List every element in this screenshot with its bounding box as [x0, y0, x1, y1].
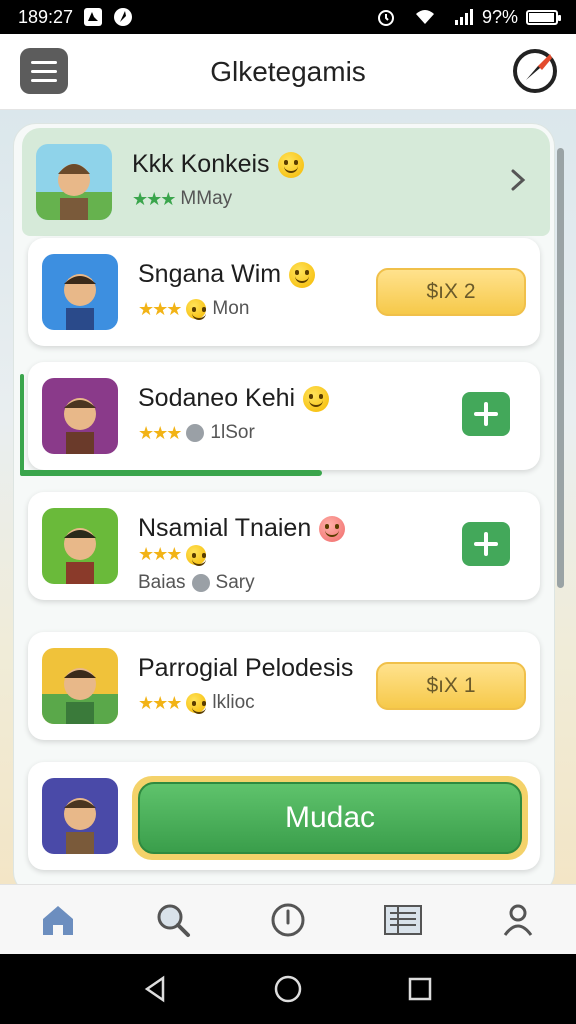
avatar — [42, 254, 118, 330]
subtitle-text: lklioc — [212, 692, 255, 713]
list-item-rating: ★★★ — [138, 544, 207, 566]
chevron-right-icon[interactable] — [510, 168, 526, 192]
app-bar: Glketegamis — [0, 34, 576, 110]
system-nav — [0, 954, 576, 1024]
smile-emoji-icon — [289, 262, 316, 289]
notification-icon — [83, 7, 103, 27]
home-icon — [42, 905, 73, 935]
home-circle-icon[interactable] — [273, 974, 303, 1004]
list-item[interactable]: Sodaneo Kehi ★★★ 1lSor — [28, 362, 540, 470]
list-item[interactable]: Nsamial Tnaien ★★★ Baias Sary — [28, 492, 540, 600]
nav-list[interactable] — [378, 895, 428, 945]
avatar — [42, 378, 118, 454]
rating-stars-icon: ★★★ — [138, 298, 182, 319]
subtitle-text: 1lSor — [210, 422, 255, 443]
list-item-title: Parrogial Pelodesis — [138, 654, 353, 683]
smile-emoji-icon — [319, 516, 346, 543]
search-icon — [157, 904, 190, 937]
subtitle-right: Sary — [215, 572, 255, 593]
title-text: Kkk Konkeis — [132, 150, 270, 178]
add-button[interactable] — [462, 522, 510, 566]
primary-button-label: Mudac — [138, 782, 522, 854]
list-item-subtitle: Baias Sary — [138, 572, 255, 594]
compass-button[interactable] — [512, 48, 558, 94]
app-notification-icon — [113, 7, 133, 27]
menu-button[interactable] — [20, 48, 68, 94]
list-item[interactable]: Sngana Wim ★★★ Mon $ıX 2 — [28, 238, 540, 346]
title-text: Parrogial Pelodesis — [138, 654, 354, 682]
rating-stars-icon: ★★★ — [138, 422, 182, 443]
list-item-subtitle: ★★★ lklioc — [138, 692, 255, 714]
menu-icon-line — [31, 69, 57, 73]
progress-bar — [20, 470, 322, 476]
rating-stars-icon: ★★★ — [132, 188, 176, 209]
badge-icon — [186, 299, 207, 320]
list-item-title: Sngana Wim — [138, 260, 316, 289]
smile-emoji-icon — [277, 152, 304, 179]
nav-search[interactable] — [148, 895, 198, 945]
badge-icon — [186, 424, 205, 442]
list-item-subtitle: ★★★ MMay — [132, 188, 232, 210]
signal-icon — [454, 8, 474, 26]
rating-stars-icon: ★★★ — [138, 692, 182, 713]
title-text: Sodaneo Kehi — [138, 384, 296, 412]
subtitle-text: Mon — [212, 298, 250, 319]
battery-icon — [526, 9, 561, 25]
smile-emoji-icon — [303, 386, 330, 413]
page-title: Glketegamis — [210, 55, 366, 87]
battery-text: 9?% — [481, 6, 518, 27]
subtitle-text: MMay — [180, 188, 233, 209]
progress-indicator-side — [20, 374, 24, 476]
list-item[interactable]: Parrogial Pelodesis ★★★ lklioc $ıX 1 — [28, 632, 540, 740]
menu-icon — [31, 60, 57, 64]
badge-icon — [186, 693, 207, 714]
subtitle-left: Baias — [138, 572, 186, 593]
status-time: 189:27 — [18, 6, 74, 27]
action-button[interactable]: $ıX 2 — [376, 268, 526, 316]
nav-info[interactable] — [263, 895, 313, 945]
list-item-title: Kkk Konkeis — [132, 150, 304, 179]
add-button[interactable] — [462, 392, 510, 436]
badge-icon — [191, 574, 210, 592]
list-item[interactable]: Kkk Konkeis ★★★ MMay — [22, 128, 550, 236]
back-icon[interactable] — [141, 974, 171, 1004]
status-bar: 189:27 9?% — [0, 0, 576, 34]
bottom-nav — [0, 884, 576, 954]
avatar — [42, 648, 118, 724]
avatar — [42, 508, 118, 584]
list-item[interactable]: Mudac — [28, 762, 540, 870]
action-button[interactable]: $ıX 1 — [376, 662, 526, 710]
nav-profile[interactable] — [493, 895, 543, 945]
rating-stars-icon: ★★★ — [138, 544, 182, 564]
avatar — [42, 778, 118, 854]
list-item-title: Nsamial Tnaien — [138, 514, 346, 543]
avatar — [36, 144, 112, 220]
scrollbar[interactable] — [557, 148, 564, 588]
compass-icon — [513, 49, 557, 93]
recents-icon[interactable] — [405, 974, 435, 1004]
list-item-title: Sodaneo Kehi — [138, 384, 330, 413]
wifi-icon — [414, 8, 436, 26]
list-item-subtitle: ★★★ Mon — [138, 298, 249, 320]
list-icon — [384, 904, 423, 935]
list-item-subtitle: ★★★ 1lSor — [138, 422, 255, 444]
badge-icon — [186, 544, 207, 566]
profile-icon — [504, 904, 533, 936]
title-text: Sngana Wim — [138, 260, 282, 288]
title-text: Nsamial Tnaien — [138, 514, 312, 542]
main-content: Kkk Konkeis ★★★ MMay Sngana Wim ★★★ Mon $ı… — [0, 110, 576, 884]
primary-button[interactable]: Mudac — [132, 776, 528, 860]
nav-home[interactable] — [33, 895, 83, 945]
menu-icon-line — [31, 78, 57, 82]
info-icon — [271, 903, 305, 936]
alarm-icon — [376, 7, 396, 27]
